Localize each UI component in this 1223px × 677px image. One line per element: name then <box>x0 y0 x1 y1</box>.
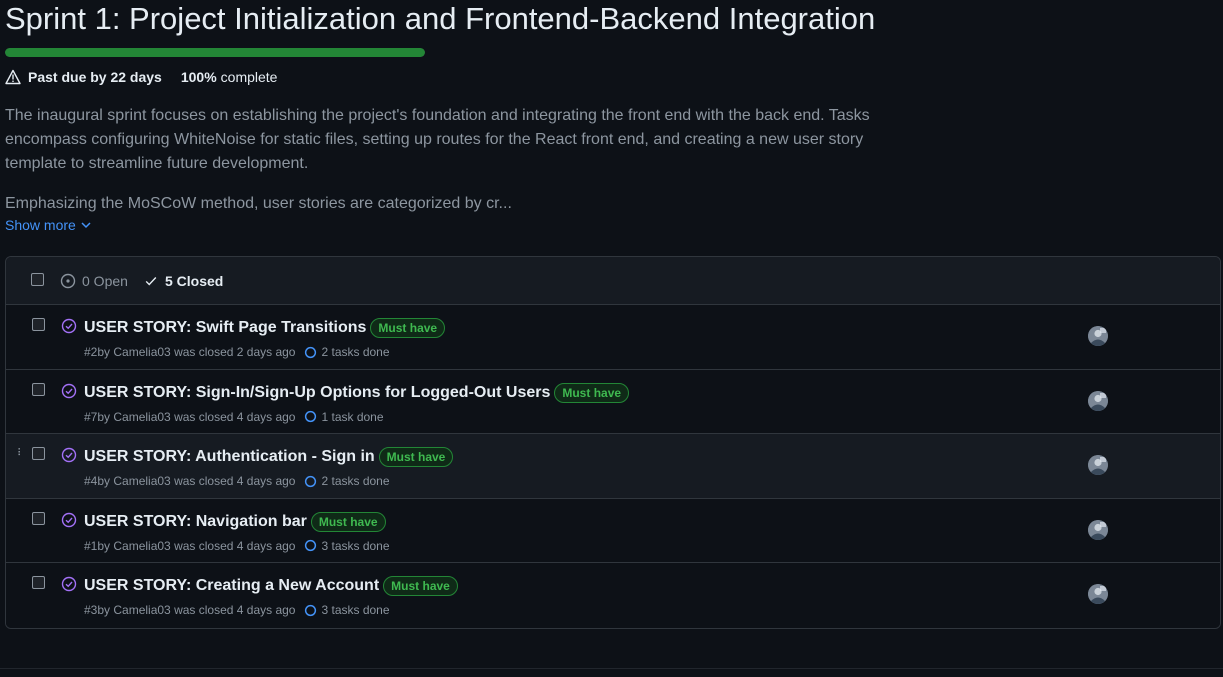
milestone-progress-bar <box>5 48 425 57</box>
select-all-checkbox[interactable] <box>31 273 44 286</box>
issue-row[interactable]: USER STORY: Sign-In/Sign-Up Options for … <box>6 369 1220 434</box>
must-have-label[interactable]: Must have <box>383 576 458 596</box>
issue-title-link[interactable]: USER STORY: Swift Page Transitions <box>84 319 366 337</box>
avatar-icon <box>1088 584 1108 604</box>
issue-tasks: 3 tasks done <box>304 538 390 553</box>
must-have-label[interactable]: Must have <box>370 318 446 338</box>
open-count-label: 0 Open <box>82 273 128 289</box>
milestone-progress-fill <box>5 48 425 57</box>
issue-tasks-text: 3 tasks done <box>321 603 390 617</box>
percent-complete-value: 100% <box>180 69 217 85</box>
issue-tasks-text: 2 tasks done <box>321 474 390 488</box>
task-progress-icon <box>305 410 317 423</box>
open-filter-tab[interactable]: 0 Open <box>60 273 128 289</box>
issue-row[interactable]: USER STORY: Creating a New Account Must … <box>6 563 1220 628</box>
issue-title-link[interactable]: USER STORY: Creating a New Account <box>84 577 379 595</box>
assignee-avatar[interactable] <box>1088 519 1108 540</box>
issue-checkbox[interactable] <box>32 318 45 331</box>
issue-tasks: 2 tasks done <box>304 474 390 488</box>
issue-meta: #3 by Camelia03 was closed 4 days ago 3 … <box>84 603 390 617</box>
task-progress-icon <box>305 539 317 552</box>
issue-closed-by: by Camelia03 was closed 2 days ago <box>97 345 296 359</box>
issue-meta: #7 by Camelia03 was closed 4 days ago 1 … <box>84 410 384 424</box>
issue-checkbox[interactable] <box>32 576 45 589</box>
show-more-button[interactable]: Show more <box>5 217 92 233</box>
avatar-icon <box>1088 390 1108 411</box>
issue-checkbox[interactable] <box>32 447 45 460</box>
issue-closed-icon <box>61 383 77 398</box>
issue-rows: USER STORY: Swift Page Transitions Must … <box>6 305 1220 628</box>
closed-filter-tab[interactable]: 5 Closed <box>144 273 223 289</box>
issue-row[interactable]: USER STORY: Authentication - Sign in Mus… <box>6 434 1220 499</box>
issue-meta: #4 by Camelia03 was closed 4 days ago 2 … <box>84 474 390 488</box>
issue-title-line: USER STORY: Creating a New Account Must … <box>84 576 458 596</box>
issue-closed-icon <box>61 318 77 334</box>
issue-number[interactable]: #3 <box>84 603 97 617</box>
issue-opened-icon <box>60 273 76 289</box>
chevron-down-icon <box>81 222 91 229</box>
issue-closed-icon <box>61 576 77 592</box>
check-icon <box>145 277 157 286</box>
issue-closed-by: by Camelia03 was closed 4 days ago <box>97 409 296 424</box>
issue-closed-icon <box>61 512 77 527</box>
issue-list-header: 0 Open 5 Closed <box>6 257 1220 305</box>
issue-title-line: USER STORY: Authentication - Sign in Mus… <box>84 447 454 467</box>
issue-number[interactable]: #4 <box>84 474 97 488</box>
issue-title-link[interactable]: USER STORY: Sign-In/Sign-Up Options for … <box>84 384 550 402</box>
issue-tasks-text: 3 tasks done <box>321 538 390 553</box>
issue-row[interactable]: USER STORY: Navigation bar Must have #1 … <box>6 498 1220 563</box>
issue-meta: #2 by Camelia03 was closed 2 days ago 2 … <box>84 345 390 359</box>
assignee-avatar[interactable] <box>1088 390 1108 411</box>
past-due-text: Past due by 22 days <box>28 69 162 85</box>
closed-count-label: 5 Closed <box>165 273 224 289</box>
assignee-avatar[interactable] <box>1088 584 1108 604</box>
issue-tasks: 1 task done <box>304 409 384 424</box>
must-have-label[interactable]: Must have <box>378 447 454 467</box>
issue-meta: #1 by Camelia03 was closed 4 days ago 3 … <box>84 539 390 553</box>
task-progress-icon <box>305 475 317 487</box>
milestone-page: Sprint 1: Project Initialization and Fro… <box>0 0 1223 677</box>
issue-title-line: USER STORY: Sign-In/Sign-Up Options for … <box>84 382 630 403</box>
avatar-icon <box>1088 326 1108 346</box>
issue-closed-by: by Camelia03 was closed 4 days ago <box>97 538 296 553</box>
issue-title-link[interactable]: USER STORY: Navigation bar <box>84 513 307 531</box>
issue-title-line: USER STORY: Navigation bar Must have <box>84 511 386 532</box>
issue-row[interactable]: USER STORY: Swift Page Transitions Must … <box>6 305 1220 370</box>
avatar-icon <box>1088 455 1108 475</box>
show-more-label: Show more <box>5 217 76 233</box>
alert-triangle-icon <box>5 69 21 85</box>
assignee-avatar[interactable] <box>1088 455 1108 475</box>
issue-tasks: 2 tasks done <box>304 345 390 359</box>
issue-title-line: USER STORY: Swift Page Transitions Must … <box>84 318 446 338</box>
drag-handle-icon[interactable]: ⠇ <box>17 449 24 459</box>
issue-tasks: 3 tasks done <box>304 603 390 617</box>
milestone-description-truncated: Emphasizing the MoSCoW method, user stor… <box>5 195 512 212</box>
issue-checkbox[interactable] <box>32 382 45 396</box>
issue-list: 0 Open 5 Closed USER STORY: Swift Page T… <box>5 256 1221 629</box>
issue-tasks-text: 2 tasks done <box>321 345 390 359</box>
issue-number[interactable]: #1 <box>84 539 97 553</box>
task-progress-icon <box>305 346 317 358</box>
task-progress-icon <box>305 604 317 616</box>
milestone-description: The inaugural sprint focuses on establis… <box>5 107 870 172</box>
must-have-label[interactable]: Must have <box>310 511 386 532</box>
percent-complete-label: complete <box>220 69 278 85</box>
issue-checkbox[interactable] <box>32 511 45 525</box>
issue-number[interactable]: #7 <box>84 410 97 424</box>
footer-divider <box>0 668 1223 669</box>
issue-tasks-text: 1 task done <box>321 409 384 424</box>
issue-title-link[interactable]: USER STORY: Authentication - Sign in <box>84 448 375 466</box>
issue-closed-by: by Camelia03 was closed 4 days ago <box>97 474 296 488</box>
issue-number[interactable]: #2 <box>84 345 97 359</box>
issue-closed-icon <box>61 447 77 463</box>
avatar-icon <box>1088 519 1108 540</box>
assignee-avatar[interactable] <box>1088 326 1108 346</box>
milestone-meta: Past due by 22 days 100% complete <box>5 68 277 86</box>
must-have-label[interactable]: Must have <box>554 382 630 403</box>
issue-closed-by: by Camelia03 was closed 4 days ago <box>97 603 296 617</box>
milestone-title: Sprint 1: Project Initialization and Fro… <box>5 1 876 36</box>
